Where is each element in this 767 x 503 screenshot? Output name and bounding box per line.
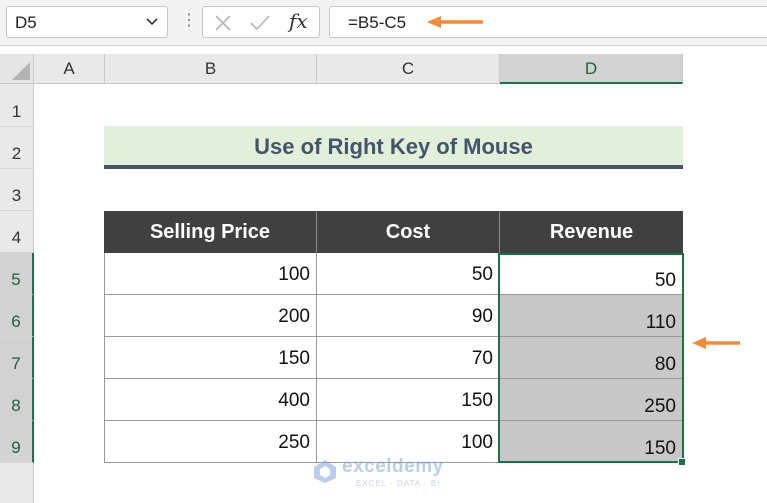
row-header-7[interactable]: 7	[0, 337, 34, 379]
watermark-tagline: EXCEL · DATA · BI	[356, 479, 441, 488]
watermark-brand: exceldemy	[342, 456, 444, 477]
header-selling-price[interactable]: Selling Price	[104, 211, 317, 253]
cell-c7[interactable]: 70	[317, 337, 500, 379]
fill-handle[interactable]	[678, 458, 686, 466]
header-revenue[interactable]: Revenue	[500, 211, 683, 253]
exceldemy-logo-icon	[314, 460, 336, 483]
cell-d5[interactable]: 50	[500, 253, 683, 295]
row-header-filler	[0, 463, 34, 503]
row-header-6[interactable]: 6	[0, 295, 34, 337]
insert-function-icon[interactable]: fx	[289, 9, 308, 33]
cell-b5[interactable]: 100	[104, 253, 317, 295]
chevron-down-icon[interactable]	[145, 14, 159, 30]
column-header-c[interactable]: C	[317, 54, 500, 84]
cell-b6[interactable]: 200	[104, 295, 317, 337]
row-header-5[interactable]: 5	[0, 253, 34, 295]
header-cost[interactable]: Cost	[317, 211, 500, 253]
more-options-icon[interactable]: ⋮	[181, 10, 197, 30]
row-header-3[interactable]: 3	[0, 169, 34, 211]
row-header-2[interactable]: 2	[0, 127, 34, 169]
cell-d6[interactable]: 110	[500, 295, 683, 337]
enter-check-icon[interactable]	[249, 14, 271, 37]
row-header-4[interactable]: 4	[0, 211, 34, 253]
arrow-left-icon	[692, 337, 740, 349]
cell-d8[interactable]: 250	[500, 379, 683, 421]
cell-c6[interactable]: 90	[317, 295, 500, 337]
cancel-x-icon[interactable]	[213, 14, 233, 37]
cell-d9[interactable]: 150	[500, 421, 683, 463]
column-header-d[interactable]: D	[500, 54, 683, 84]
name-box-value: D5	[15, 13, 37, 32]
cell-c5[interactable]: 50	[317, 253, 500, 295]
select-all-corner[interactable]	[0, 54, 34, 84]
row-header-8[interactable]: 8	[0, 379, 34, 421]
row-header-9[interactable]: 9	[0, 421, 34, 463]
cell-b9[interactable]: 250	[104, 421, 317, 463]
formula-value: =B5-C5	[348, 13, 407, 32]
formula-buttons: fx	[202, 6, 320, 38]
formula-input[interactable]: =B5-C5	[329, 6, 767, 38]
cell-b8[interactable]: 400	[104, 379, 317, 421]
name-box[interactable]: D5	[6, 6, 168, 38]
cell-d7[interactable]: 80	[500, 337, 683, 379]
row-header-1[interactable]: 1	[0, 84, 34, 127]
sheet-title[interactable]: Use of Right Key of Mouse	[104, 126, 683, 169]
watermark: exceldemy EXCEL · DATA · BI	[312, 456, 472, 496]
column-header-b[interactable]: B	[105, 54, 317, 84]
cell-c8[interactable]: 150	[317, 379, 500, 421]
column-header-a[interactable]: A	[34, 54, 105, 84]
cell-b7[interactable]: 150	[104, 337, 317, 379]
